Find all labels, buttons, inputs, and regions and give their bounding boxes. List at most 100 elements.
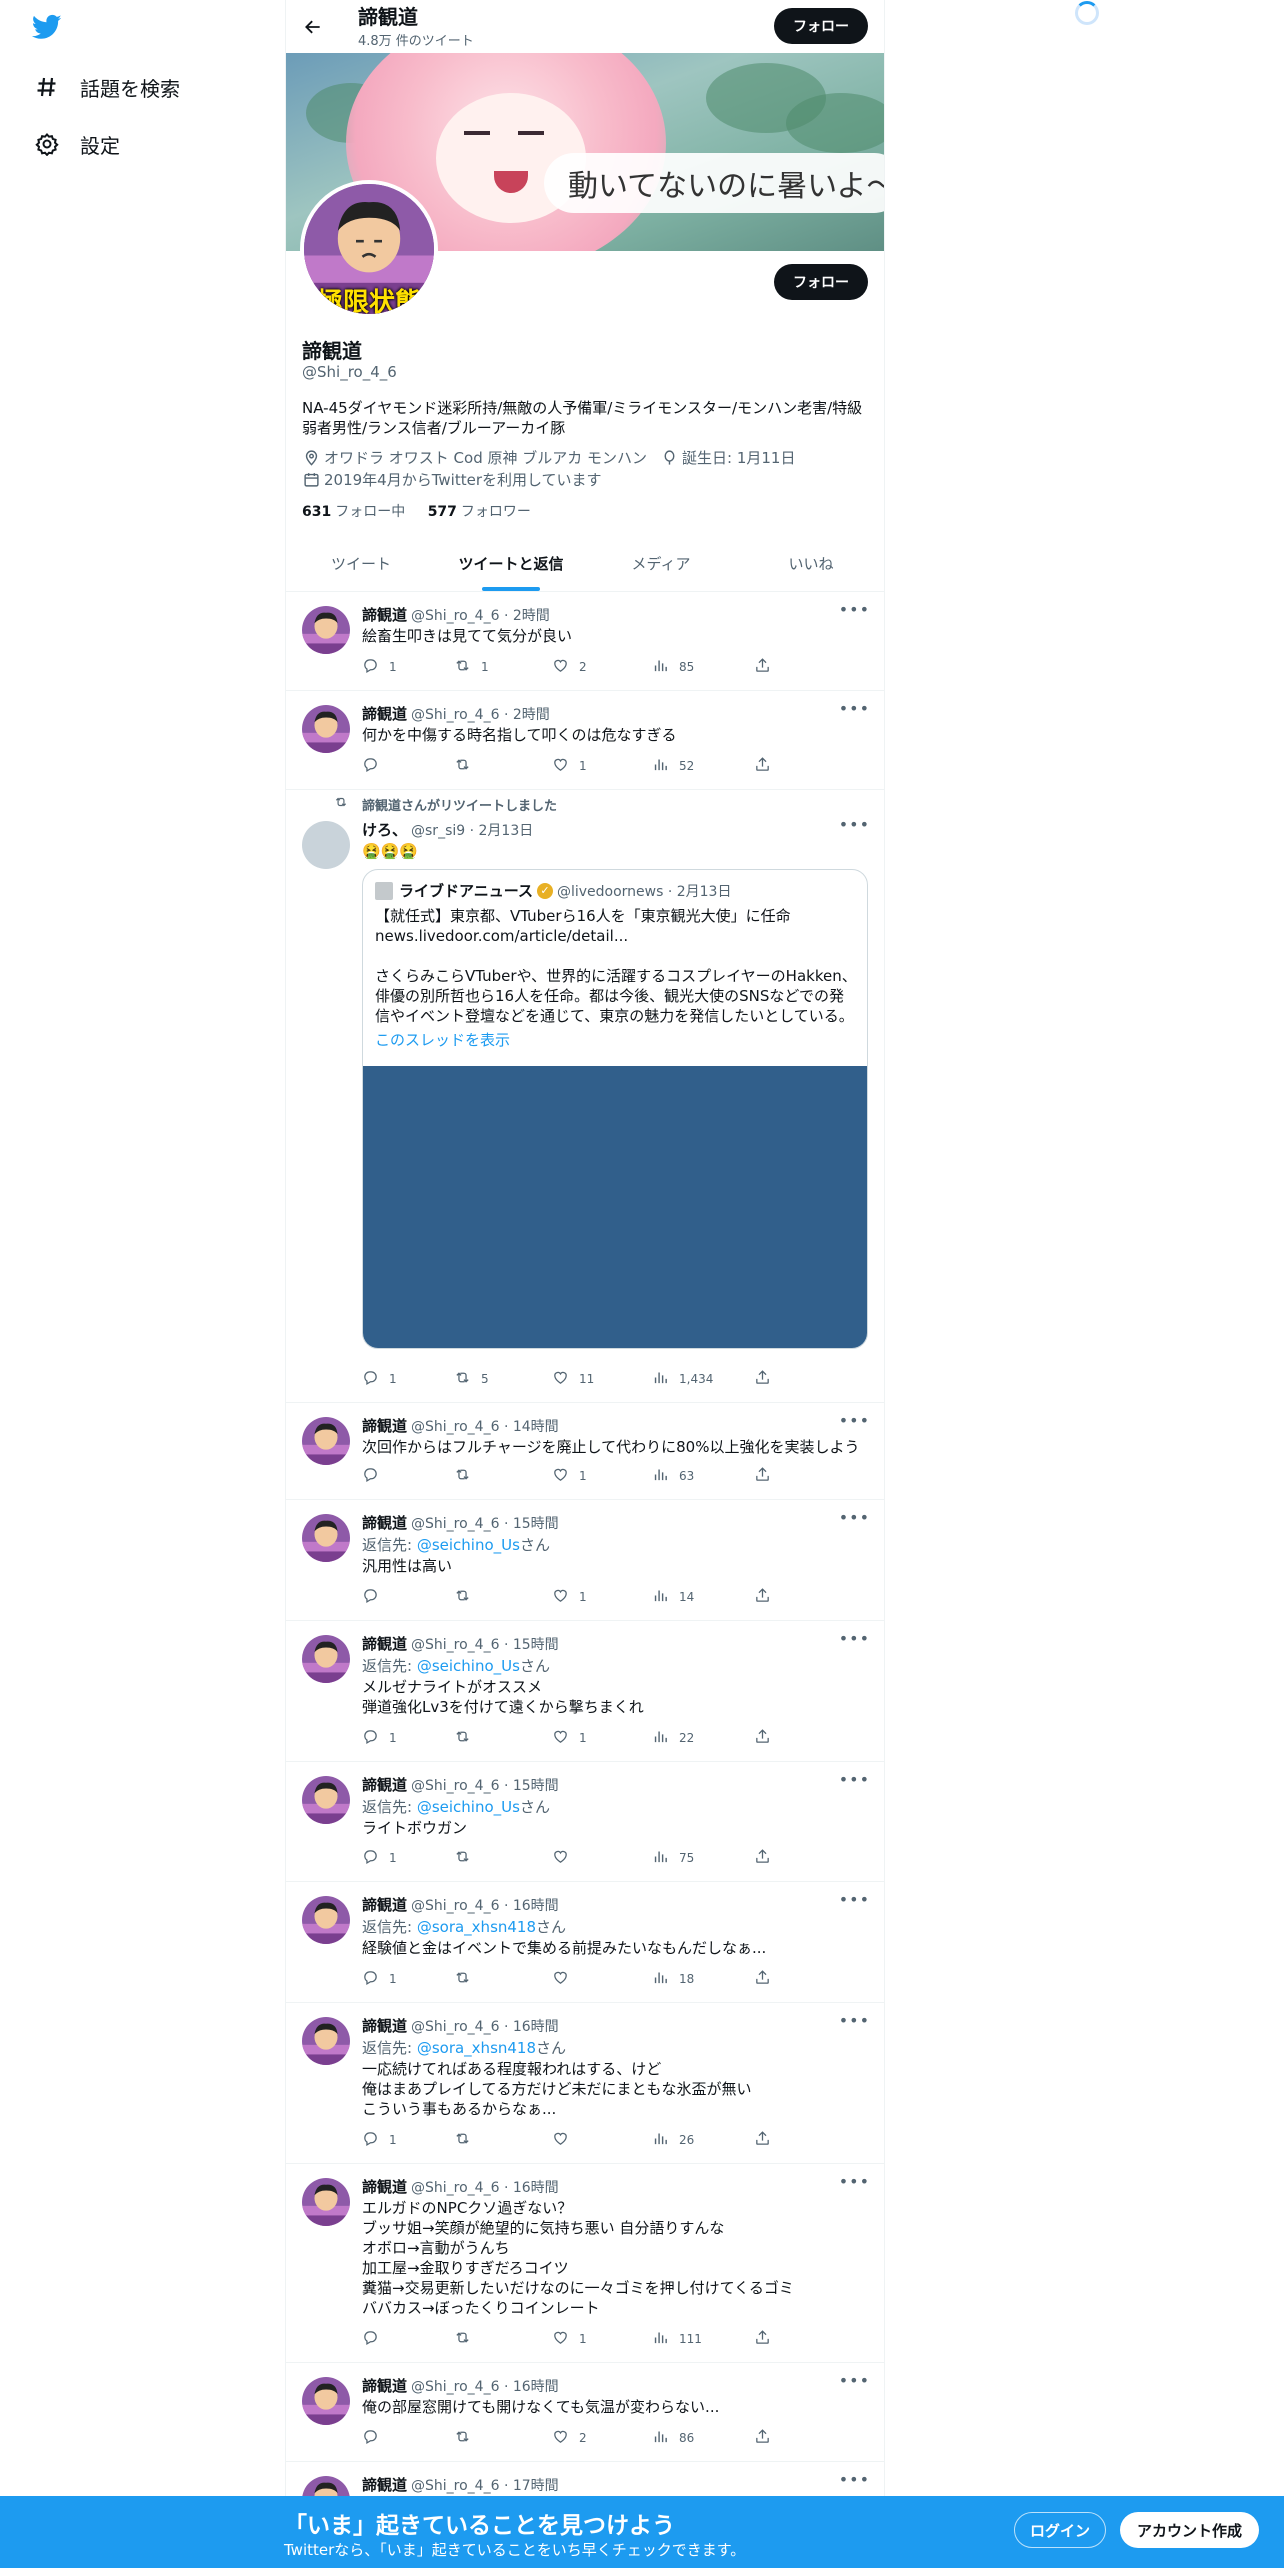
like-button[interactable]: 1 bbox=[552, 2329, 587, 2349]
profile-follow-button[interactable]: フォロー bbox=[774, 264, 868, 300]
reply-button[interactable]: 1 bbox=[362, 1848, 397, 1868]
more-options-icon[interactable]: ••• bbox=[839, 600, 870, 619]
tweet-author-name[interactable]: 諦観道 bbox=[362, 2178, 407, 2196]
tweet-author-name[interactable]: 諦観道 bbox=[362, 2017, 407, 2035]
tweet-handle-time[interactable]: @sr_si9 · 2月13日 bbox=[411, 823, 533, 839]
views-button[interactable]: 111 bbox=[652, 2329, 702, 2349]
like-button[interactable]: 1 bbox=[552, 1728, 587, 1748]
tweet-avatar[interactable] bbox=[302, 2377, 350, 2425]
tweet-author-name[interactable]: 諦観道 bbox=[362, 705, 407, 723]
header-follow-button[interactable]: フォロー bbox=[774, 8, 868, 44]
more-options-icon[interactable]: ••• bbox=[839, 2011, 870, 2030]
share-button[interactable] bbox=[754, 1848, 781, 1868]
quoted-tweet[interactable]: ライブドアニュース ✓ @livedoornews · 2月13日 【就任式】東京都、… bbox=[362, 869, 868, 1349]
more-options-icon[interactable]: ••• bbox=[839, 699, 870, 718]
reply-button[interactable]: 1 bbox=[362, 657, 397, 677]
views-button[interactable]: 86 bbox=[652, 2428, 694, 2448]
views-button[interactable]: 1,434 bbox=[652, 1369, 713, 1389]
tweet-author-name[interactable]: 諦観道 bbox=[362, 606, 407, 624]
reply-button[interactable]: 1 bbox=[362, 1369, 397, 1389]
views-button[interactable]: 63 bbox=[652, 1466, 694, 1486]
tweet-avatar[interactable] bbox=[302, 821, 350, 869]
tweet-avatar[interactable] bbox=[302, 606, 350, 654]
tweet-handle-time[interactable]: @Shi_ro_4_6 · 14時間 bbox=[411, 1419, 559, 1435]
more-options-icon[interactable]: ••• bbox=[839, 2470, 870, 2489]
tweet-handle-time[interactable]: @Shi_ro_4_6 · 17時間 bbox=[411, 2478, 559, 2494]
reply-to-link[interactable]: @seichino_Us bbox=[417, 1657, 520, 1675]
share-button[interactable] bbox=[754, 1969, 781, 1989]
tweet[interactable]: 諦観道 @Shi_ro_4_6 · 16時間 ••• 返信先: @sora_xhsn4… bbox=[286, 1882, 884, 2003]
share-button[interactable] bbox=[754, 1728, 781, 1748]
tweet-author-name[interactable]: 諦観道 bbox=[362, 1635, 407, 1653]
reply-button[interactable] bbox=[362, 1466, 389, 1486]
views-button[interactable]: 14 bbox=[652, 1587, 694, 1607]
tweet-author-name[interactable]: けろ、 bbox=[362, 821, 407, 839]
reply-button[interactable] bbox=[362, 2428, 389, 2448]
tweet-handle-time[interactable]: @Shi_ro_4_6 · 15時間 bbox=[411, 1516, 559, 1532]
tweet[interactable]: 諦観道 @Shi_ro_4_6 · 15時間 ••• 返信先: @seichino_U… bbox=[286, 1500, 884, 1621]
views-button[interactable]: 18 bbox=[652, 1969, 694, 1989]
views-button[interactable]: 26 bbox=[652, 2130, 694, 2150]
views-button[interactable]: 52 bbox=[652, 756, 694, 776]
tab-media[interactable]: メディア bbox=[586, 536, 736, 591]
more-options-icon[interactable]: ••• bbox=[839, 815, 870, 834]
profile-avatar[interactable]: 極限状態 bbox=[300, 180, 438, 318]
retweet-button[interactable] bbox=[454, 2428, 481, 2448]
share-button[interactable] bbox=[754, 1587, 781, 1607]
share-button[interactable] bbox=[754, 657, 781, 677]
reply-button[interactable] bbox=[362, 756, 389, 776]
tweet-handle-time[interactable]: @Shi_ro_4_6 · 15時間 bbox=[411, 1778, 559, 1794]
tweet[interactable]: 諦観道 @Shi_ro_4_6 · 14時間 ••• 次回作からはフルチャージを廃止し… bbox=[286, 1403, 884, 1500]
tweet-avatar[interactable] bbox=[302, 2017, 350, 2065]
tweet-handle-time[interactable]: @Shi_ro_4_6 · 16時間 bbox=[411, 2019, 559, 2035]
tweet-author-name[interactable]: 諦観道 bbox=[362, 1514, 407, 1532]
retweet-button[interactable] bbox=[454, 1466, 481, 1486]
signup-button[interactable]: アカウント作成 bbox=[1120, 2512, 1259, 2548]
tweet[interactable]: 諦観道 @Shi_ro_4_6 · 16時間 ••• エルガドのNPCクソ過ぎない？ … bbox=[286, 2164, 884, 2363]
tab-likes[interactable]: いいね bbox=[736, 536, 884, 591]
tab-tweets[interactable]: ツイート bbox=[286, 536, 436, 591]
share-button[interactable] bbox=[754, 2130, 781, 2150]
reply-to-link[interactable]: @seichino_Us bbox=[417, 1536, 520, 1554]
tab-tweets-and-replies[interactable]: ツイートと返信 bbox=[436, 536, 586, 591]
more-options-icon[interactable]: ••• bbox=[839, 1508, 870, 1527]
tweet-handle-time[interactable]: @Shi_ro_4_6 · 16時間 bbox=[411, 1898, 559, 1914]
tweet[interactable]: 諦観道さんがリツイートしました けろ、 @sr_si9 · 2月13日 ••• 🤮🤮🤮 ラ… bbox=[286, 791, 884, 1403]
tweet[interactable]: 諦観道 @Shi_ro_4_6 · 2時間 ••• 何かを中傷する時名指して叩くのは危… bbox=[286, 691, 884, 790]
reply-to-link[interactable]: @sora_xhsn418 bbox=[417, 1918, 536, 1936]
like-button[interactable]: 1 bbox=[552, 756, 587, 776]
tweet-author-name[interactable]: 諦観道 bbox=[362, 1896, 407, 1914]
following-link[interactable]: 631 フォロー中 bbox=[302, 504, 405, 520]
tweet-author-name[interactable]: 諦観道 bbox=[362, 2377, 407, 2395]
twitter-logo-icon[interactable] bbox=[30, 12, 66, 44]
share-button[interactable] bbox=[754, 2329, 781, 2349]
tweet-avatar[interactable] bbox=[302, 1776, 350, 1824]
tweet-handle-time[interactable]: @Shi_ro_4_6 · 2時間 bbox=[411, 707, 550, 723]
more-options-icon[interactable]: ••• bbox=[839, 1411, 870, 1430]
tweet[interactable]: 諦観道 @Shi_ro_4_6 · 15時間 ••• 返信先: @seichino_U… bbox=[286, 1621, 884, 1762]
retweet-button[interactable] bbox=[454, 1728, 481, 1748]
tweet-avatar[interactable] bbox=[302, 705, 350, 753]
share-button[interactable] bbox=[754, 1466, 781, 1486]
sidebar-item-settings[interactable]: 設定 bbox=[34, 124, 120, 164]
like-button[interactable]: 2 bbox=[552, 657, 587, 677]
reply-to-link[interactable]: @sora_xhsn418 bbox=[417, 2039, 536, 2057]
more-options-icon[interactable]: ••• bbox=[839, 1890, 870, 1909]
like-button[interactable] bbox=[552, 2130, 579, 2150]
tweet-avatar[interactable] bbox=[302, 1417, 350, 1465]
tweet-avatar[interactable] bbox=[302, 1896, 350, 1944]
like-button[interactable]: 1 bbox=[552, 1587, 587, 1607]
reply-button[interactable] bbox=[362, 2329, 389, 2349]
tweet-handle-time[interactable]: @Shi_ro_4_6 · 2時間 bbox=[411, 608, 550, 624]
more-options-icon[interactable]: ••• bbox=[839, 1629, 870, 1648]
views-button[interactable]: 75 bbox=[652, 1848, 694, 1868]
quoted-tweet-image[interactable] bbox=[363, 1066, 867, 1348]
share-button[interactable] bbox=[754, 1369, 781, 1389]
tweet-handle-time[interactable]: @Shi_ro_4_6 · 15時間 bbox=[411, 1637, 559, 1653]
tweet-avatar[interactable] bbox=[302, 2178, 350, 2226]
sidebar-item-explore[interactable]: 話題を検索 bbox=[34, 67, 180, 107]
more-options-icon[interactable]: ••• bbox=[839, 2172, 870, 2191]
tweet[interactable]: 諦観道 @Shi_ro_4_6 · 15時間 ••• 返信先: @seichino_U… bbox=[286, 1762, 884, 1882]
retweet-button[interactable] bbox=[454, 1848, 481, 1868]
tweet[interactable]: 諦観道 @Shi_ro_4_6 · 16時間 ••• 俺の部屋窓開けても開けなくても気… bbox=[286, 2363, 884, 2462]
